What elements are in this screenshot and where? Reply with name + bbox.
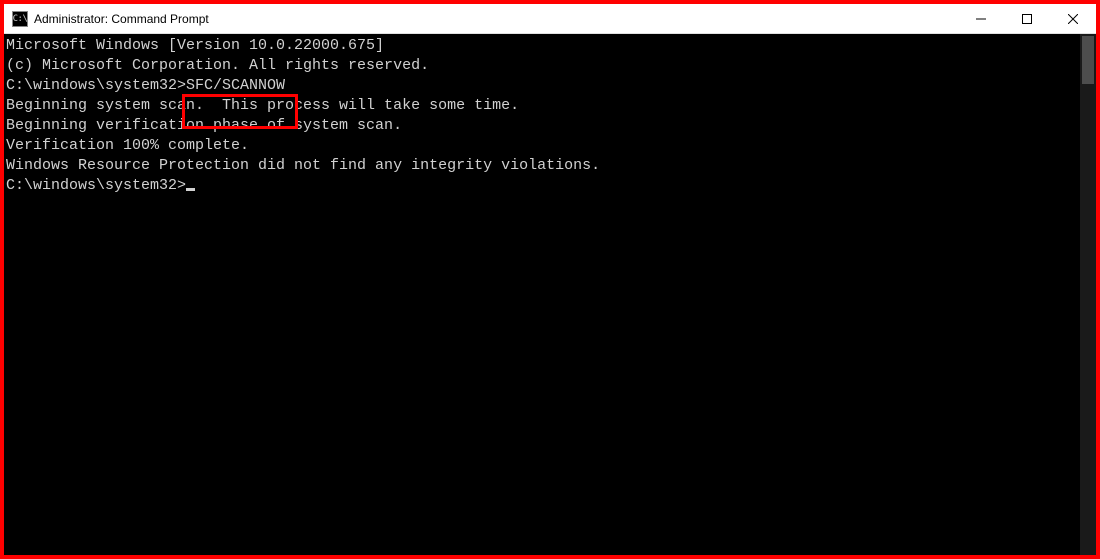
close-button[interactable] xyxy=(1050,4,1096,33)
cmd-icon: C:\ xyxy=(12,11,28,27)
output-line: Microsoft Windows [Version 10.0.22000.67… xyxy=(6,36,1080,56)
output-line: Beginning system scan. This process will… xyxy=(6,96,1080,116)
annotation-frame: C:\ Administrator: Command Prompt Micros… xyxy=(0,0,1100,559)
prompt-prefix: C:\windows\system32> xyxy=(6,177,186,194)
prompt-prefix: C:\windows\system32> xyxy=(6,77,186,94)
minimize-button[interactable] xyxy=(958,4,1004,33)
output-line: Windows Resource Protection did not find… xyxy=(6,156,1080,176)
output-line: Verification 100% complete. xyxy=(6,136,1080,156)
command-prompt-window: C:\ Administrator: Command Prompt Micros… xyxy=(4,4,1096,555)
window-titlebar[interactable]: C:\ Administrator: Command Prompt xyxy=(4,4,1096,34)
maximize-icon xyxy=(1022,14,1032,24)
output-line: C:\windows\system32>SFC/SCANNOW xyxy=(6,76,1080,96)
window-title: Administrator: Command Prompt xyxy=(34,12,958,26)
scrollbar-thumb[interactable] xyxy=(1082,36,1094,84)
maximize-button[interactable] xyxy=(1004,4,1050,33)
minimize-icon xyxy=(976,14,986,24)
cursor-icon xyxy=(186,188,195,191)
terminal-output[interactable]: Microsoft Windows [Version 10.0.22000.67… xyxy=(4,34,1080,555)
close-icon xyxy=(1068,14,1078,24)
typed-command: SFC/SCANNOW xyxy=(186,77,285,94)
output-line: C:\windows\system32> xyxy=(6,176,1080,196)
output-line: Beginning verification phase of system s… xyxy=(6,116,1080,136)
output-line: (c) Microsoft Corporation. All rights re… xyxy=(6,56,1080,76)
window-controls xyxy=(958,4,1096,33)
vertical-scrollbar[interactable] xyxy=(1080,34,1096,555)
terminal-area: Microsoft Windows [Version 10.0.22000.67… xyxy=(4,34,1096,555)
